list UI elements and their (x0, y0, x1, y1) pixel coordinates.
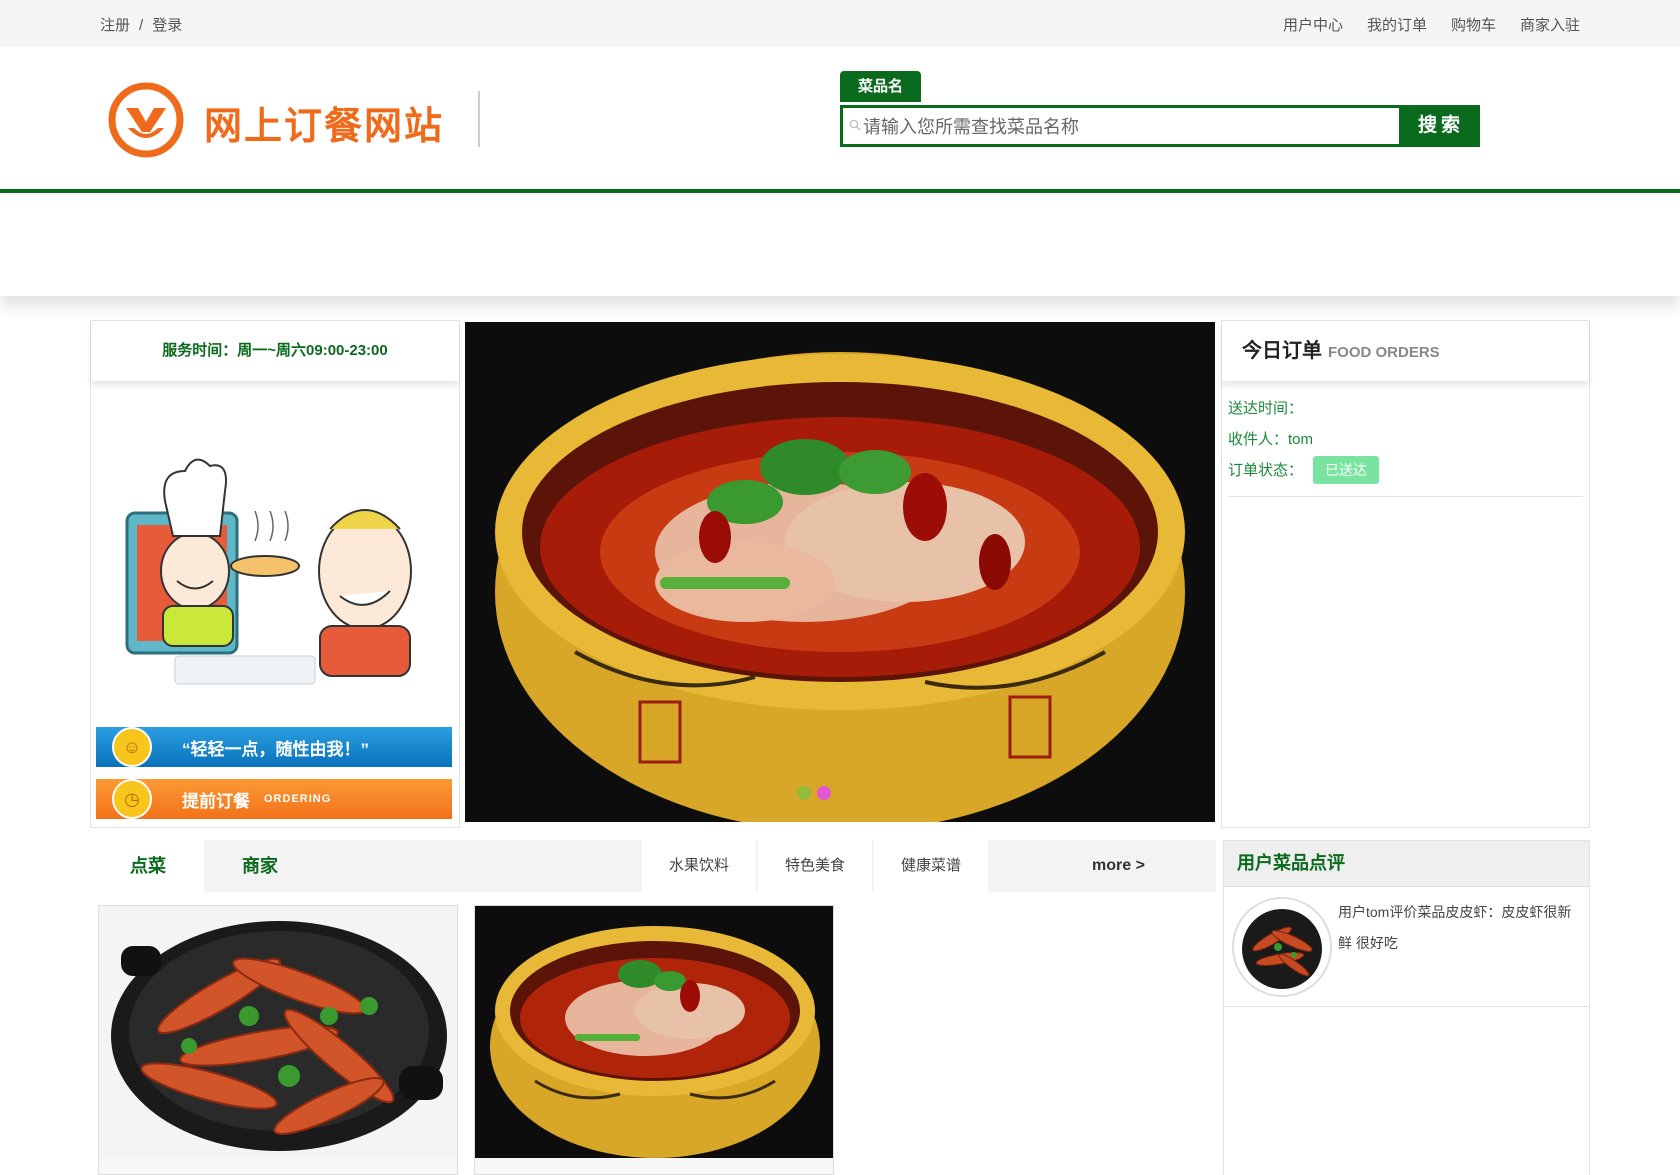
user-links: 用户中心 我的订单 购物车 商家入驻 (1283, 14, 1580, 35)
tab-fruit-drinks[interactable]: 水果饮料 (642, 840, 756, 892)
status-badge: 已送达 (1313, 456, 1380, 484)
search-category-tab[interactable]: 菜品名 (840, 71, 921, 102)
order-ahead-banner[interactable]: ◷ 提前订餐 ORDERING (96, 779, 452, 819)
chef-badge-icon: ☺ (112, 727, 152, 767)
slogan-text: “轻轻一点，随性由我！” (182, 739, 369, 759)
register-link[interactable]: 注册 (100, 17, 130, 34)
login-link[interactable]: 登录 (152, 17, 182, 34)
tab-healthy-recipes[interactable]: 健康菜谱 (874, 840, 988, 892)
receiver-row: 收件人：tom (1228, 424, 1583, 455)
dish-card-boiled-meat[interactable] (474, 905, 834, 1175)
more-link[interactable]: more > (1092, 840, 1145, 892)
slogan-banner[interactable]: ☺ “轻轻一点，随性由我！” (96, 727, 452, 767)
site-logo-icon[interactable] (108, 82, 184, 158)
my-orders-link[interactable]: 我的订单 (1367, 14, 1427, 35)
logo-divider (478, 91, 480, 147)
tab-dishes[interactable]: 点菜 (92, 840, 204, 892)
site-name[interactable]: 网上订餐网站 (204, 95, 444, 150)
cart-link[interactable]: 购物车 (1451, 14, 1496, 35)
category-tabs: 点菜 商家 水果饮料 特色美食 健康菜谱 more > (92, 840, 1216, 892)
service-time: 服务时间：周一~周六09:00-23:00 (91, 321, 459, 381)
status-label: 订单状态： (1228, 462, 1304, 479)
search-button[interactable]: 搜索 (1402, 105, 1480, 147)
search-box (840, 105, 1402, 147)
orders-title: 今日订单 (1242, 340, 1322, 362)
auth-links: 注册 / 登录 (100, 14, 182, 35)
order-ahead-sub: ORDERING (264, 793, 332, 805)
search-icon (849, 119, 861, 131)
clock-badge-icon: ◷ (112, 779, 152, 819)
search-input[interactable] (863, 110, 1393, 144)
top-bar: 注册 / 登录 用户中心 我的订单 购物车 商家入驻 (0, 0, 1680, 47)
mantis-shrimp-thumb-icon (1234, 899, 1330, 995)
receiver-value: tom (1288, 431, 1314, 448)
orders-title-en: FOOD ORDERS (1328, 344, 1440, 361)
delivery-time-label: 送达时间： (1228, 400, 1304, 417)
review-text: 用户tom评价菜品皮皮虾：皮皮虾很新鲜 很好吃 (1338, 904, 1572, 951)
orders-header: 今日订单 FOOD ORDERS (1222, 321, 1589, 381)
receiver-label: 收件人： (1228, 431, 1289, 448)
review-dish-avatar (1232, 897, 1332, 997)
tab-merchants[interactable]: 商家 (204, 840, 316, 892)
status-row: 订单状态： 已送达 (1228, 455, 1583, 486)
delivery-time-row: 送达时间： (1228, 393, 1583, 424)
order-ahead-text: 提前订餐 (182, 791, 250, 811)
chef-cartoon-illustration (125, 458, 412, 685)
slider-dot-2[interactable] (817, 786, 831, 800)
service-panel: 服务时间：周一~周六09:00-23:00 ☺ “轻轻一点，随性由我！” ◷ 提… (90, 320, 460, 828)
tab-specialty-food[interactable]: 特色美食 (758, 840, 872, 892)
slider-dots (797, 786, 831, 800)
reviews-title: 用户菜品点评 (1224, 841, 1589, 887)
review-item[interactable]: 用户tom评价菜品皮皮虾：皮皮虾很新鲜 很好吃 (1224, 887, 1589, 1007)
slider-dot-1[interactable] (797, 786, 811, 800)
nav-strip (0, 197, 1680, 296)
auth-separator: / (139, 17, 144, 34)
dish-card-mantis-shrimp[interactable] (98, 905, 458, 1175)
dish-reviews-panel: 用户菜品点评 用户tom评价菜品皮皮虾：皮皮虾很新鲜 很好吃 (1223, 840, 1590, 1175)
user-center-link[interactable]: 用户中心 (1283, 14, 1343, 35)
today-orders-panel: 今日订单 FOOD ORDERS 送达时间： 收件人：tom 订单状态： 已送达 (1221, 320, 1590, 828)
order-details: 送达时间： 收件人：tom 订单状态： 已送达 (1222, 381, 1589, 497)
merchant-join-link[interactable]: 商家入驻 (1520, 14, 1580, 35)
boiled-meat-slide-image (465, 322, 1215, 822)
boiled-meat-dish-image (475, 906, 833, 1158)
orders-divider (1228, 496, 1583, 497)
mantis-shrimp-dish-image (99, 906, 457, 1158)
site-header: 网上订餐网站 菜品名 搜索 (0, 47, 1680, 193)
image-slider[interactable] (465, 322, 1215, 822)
